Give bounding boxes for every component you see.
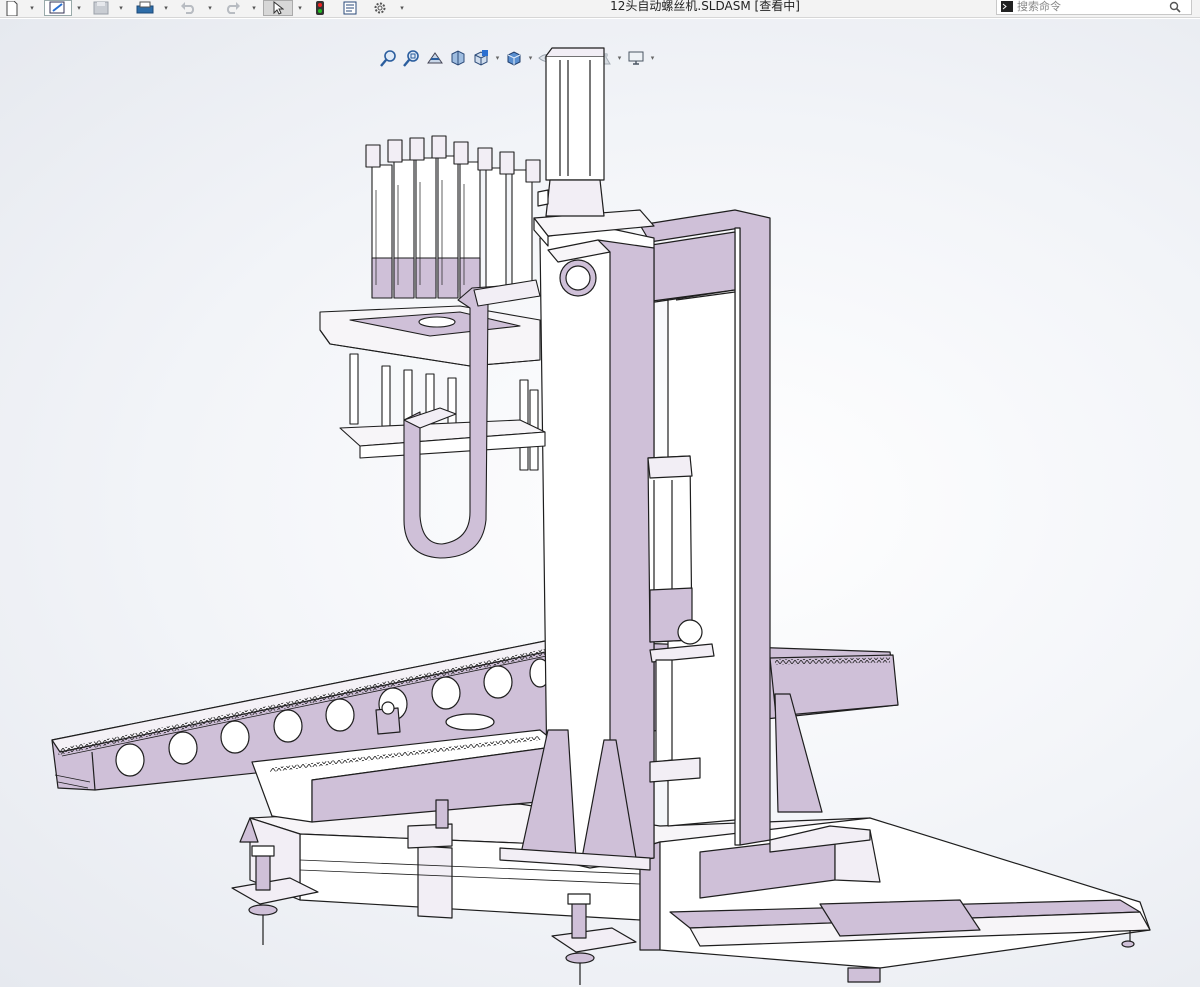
- search-input[interactable]: [1017, 0, 1167, 13]
- undo-icon[interactable]: [177, 0, 199, 16]
- command-prompt-icon: [997, 0, 1017, 14]
- options-dropdown[interactable]: ▾: [398, 0, 406, 16]
- rebuild-traffic-light-icon[interactable]: [312, 0, 328, 16]
- cad-model-screw-machine[interactable]: [0, 19, 1200, 987]
- redo-dropdown[interactable]: ▾: [250, 0, 258, 16]
- new-document-icon[interactable]: [4, 0, 20, 16]
- search-icon[interactable]: [1167, 0, 1183, 14]
- graphics-viewport[interactable]: ▾ ▾ ▾ ▾ ▾: [0, 19, 1200, 987]
- file-properties-icon[interactable]: [341, 0, 359, 16]
- select-dropdown[interactable]: ▾: [296, 0, 304, 16]
- new-dropdown[interactable]: ▾: [28, 0, 36, 16]
- save-icon[interactable]: [90, 0, 112, 16]
- title-bar: ▾ ▾ ▾ ▾ ▾ ▾ ▾ ▾ 12头自动螺丝机.SLDASM [查看中]: [0, 0, 1200, 18]
- save-dropdown[interactable]: ▾: [117, 0, 125, 16]
- options-gear-icon[interactable]: [371, 0, 389, 16]
- base-frame: [231, 803, 1151, 985]
- window-title: 12头自动螺丝机.SLDASM [查看中]: [610, 0, 800, 13]
- print-icon[interactable]: [134, 0, 156, 16]
- screw-head-assembly: [319, 135, 546, 559]
- servo-motor: [537, 47, 605, 217]
- open-icon[interactable]: [44, 0, 72, 16]
- undo-dropdown[interactable]: ▾: [206, 0, 214, 16]
- open-dropdown[interactable]: ▾: [75, 0, 83, 16]
- search-box[interactable]: [996, 0, 1192, 15]
- select-arrow-icon[interactable]: [263, 0, 293, 16]
- print-dropdown[interactable]: ▾: [162, 0, 170, 16]
- redo-icon[interactable]: [222, 0, 244, 16]
